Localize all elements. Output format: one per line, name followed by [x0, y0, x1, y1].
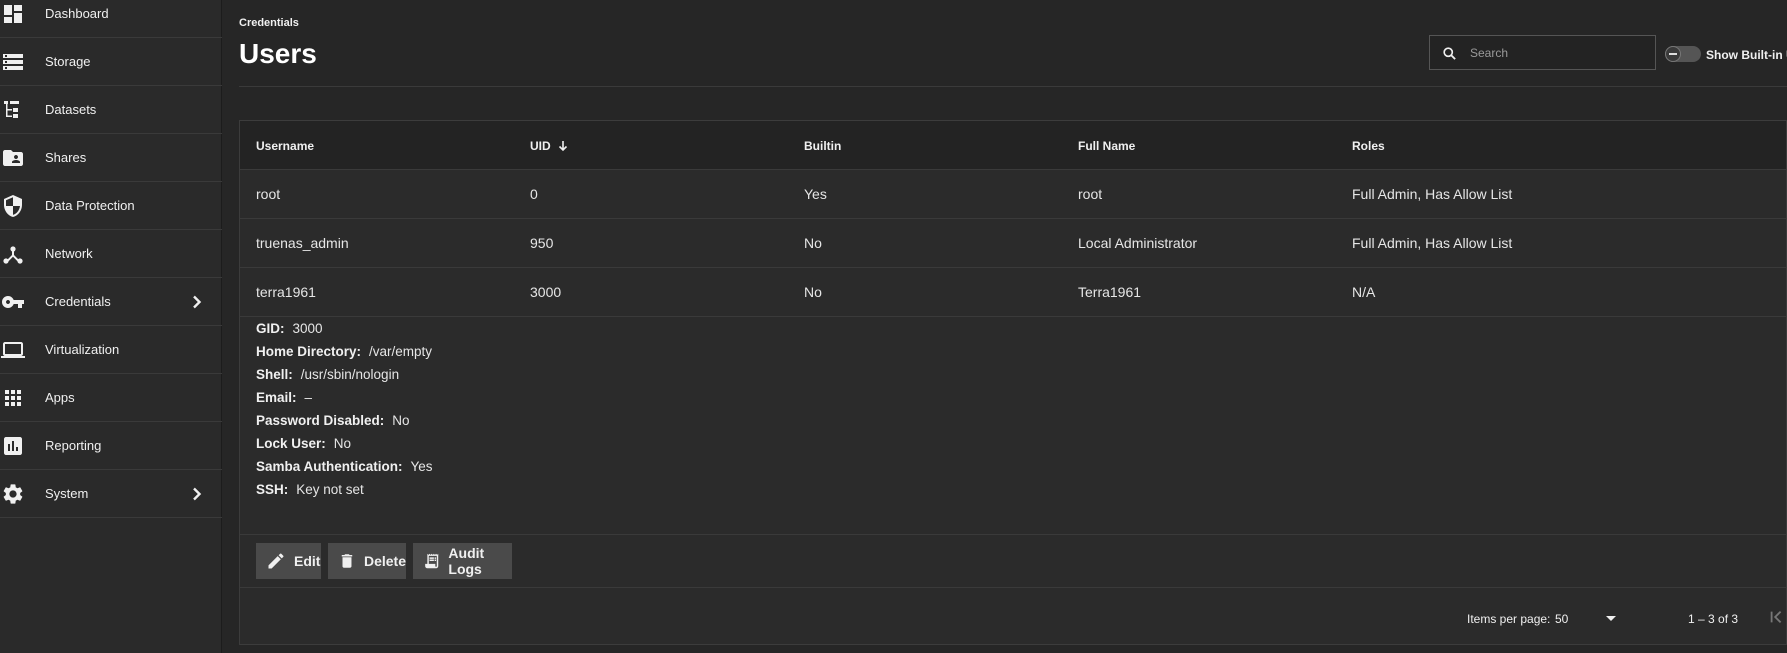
cell-roles: N/A [1352, 284, 1376, 300]
cell-uid: 950 [530, 235, 554, 251]
search-icon [1443, 47, 1456, 60]
table-header: Username UID Builtin Full Name Roles [240, 121, 1786, 170]
column-header-roles[interactable]: Roles [1352, 139, 1385, 153]
sidebar-item-apps[interactable]: Apps [0, 374, 222, 422]
sidebar-item-datasets[interactable]: Datasets [0, 86, 222, 134]
page-range-label: 1 – 3 of 3 [1688, 612, 1739, 626]
sidebar-item-label: Storage [45, 54, 91, 69]
sidebar-item-label: Network [45, 246, 93, 261]
row-actions: Edit Delete Audit Logs [240, 534, 1786, 588]
receipt-icon [425, 553, 439, 569]
sidebar-item-reporting[interactable]: Reporting [0, 422, 222, 470]
sidebar-item-virtualization[interactable]: Virtualization [0, 326, 222, 374]
search-box[interactable] [1429, 35, 1656, 70]
paginator: Items per page: 50 1 – 3 of 3 [240, 589, 1786, 645]
cell-uid: 3000 [530, 284, 562, 300]
sidebar-item-system[interactable]: System [0, 470, 222, 518]
sort-arrow-down-icon [558, 141, 567, 152]
user-details: GID: 3000 Home Directory:/var/empty Shell… [256, 317, 433, 501]
items-per-page-label: Items per page: [1467, 612, 1551, 626]
sidebar-item-label: Apps [45, 390, 75, 405]
cell-full-name: Local Administrator [1078, 235, 1198, 251]
laptop-icon [0, 337, 26, 363]
sidebar-item-dashboard[interactable]: Dashboard [0, 0, 222, 38]
table-row[interactable]: root 0 Yes root Full Admin, Has Allow Li… [240, 170, 1786, 219]
sidebar-item-credentials[interactable]: Credentials [0, 278, 222, 326]
dashboard-icon [0, 1, 26, 27]
gear-icon [0, 481, 26, 507]
detail-home-directory: Home Directory:/var/empty [256, 344, 433, 359]
main-content: Credentials Users Show Built-in Users Us… [222, 0, 1787, 653]
page-title: Users [239, 38, 317, 69]
column-header-username[interactable]: Username [256, 139, 314, 153]
table-row[interactable]: truenas_admin 950 No Local Administrator… [240, 219, 1786, 268]
breadcrumb[interactable]: Credentials [239, 17, 299, 29]
sidebar-item-storage[interactable]: Storage [0, 38, 222, 86]
trash-icon [341, 554, 353, 568]
storage-icon [0, 49, 26, 75]
sidebar-item-label: Credentials [45, 294, 111, 309]
users-table-card: Username UID Builtin Full Name Roles roo… [239, 120, 1787, 645]
dropdown-caret-icon [1606, 616, 1616, 621]
chevron-right-icon [190, 295, 204, 309]
detail-lock-user: Lock User: No [256, 436, 352, 451]
column-header-full-name[interactable]: Full Name [1078, 139, 1135, 153]
detail-password-disabled: Password Disabled: No [256, 413, 410, 428]
sidebar-item-label: System [45, 486, 89, 501]
detail-shell: Shell:/usr/sbin/nologin [256, 367, 400, 382]
edit-button[interactable]: Edit [256, 543, 321, 579]
column-header-builtin[interactable]: Builtin [804, 139, 841, 153]
cell-builtin: No [804, 235, 822, 251]
cell-uid: 0 [530, 186, 538, 202]
cell-username: truenas_admin [256, 235, 349, 251]
sidebar-item-label: Datasets [45, 102, 97, 117]
sidebar-item-label: Reporting [45, 438, 102, 453]
detail-gid: GID: 3000 [256, 321, 323, 336]
apps-grid-icon [0, 385, 26, 411]
cell-roles: Full Admin, Has Allow List [1352, 186, 1513, 202]
cell-roles: Full Admin, Has Allow List [1352, 235, 1513, 251]
sidebar-item-label: Data Protection [45, 198, 135, 213]
header-divider [239, 86, 1787, 87]
cell-builtin: No [804, 284, 822, 300]
show-builtin-users-label[interactable]: Show Built-in Users [1706, 48, 1787, 62]
shield-icon [0, 193, 26, 219]
detail-ssh: SSH: Key not set [256, 482, 364, 497]
sidebar-item-network[interactable]: Network [0, 230, 222, 278]
chart-icon [0, 433, 26, 459]
first-page-button[interactable] [1768, 608, 1787, 628]
chevron-right-icon [190, 487, 204, 501]
cell-full-name: Terra1961 [1078, 284, 1142, 300]
show-builtin-users-toggle[interactable] [1665, 46, 1701, 62]
shares-icon [0, 145, 26, 171]
sidebar-item-label: Shares [45, 150, 87, 165]
cell-builtin: Yes [804, 186, 827, 202]
cell-username: terra1961 [256, 284, 316, 300]
toggle-knob [1665, 46, 1681, 62]
detail-samba-authentication: Samba Authentication: Yes [256, 459, 433, 474]
items-per-page-select[interactable]: 50 [1552, 607, 1622, 629]
cell-full-name: root [1078, 186, 1103, 202]
datasets-icon [0, 97, 26, 123]
pencil-icon [268, 553, 284, 569]
network-icon [0, 241, 26, 267]
audit-logs-button[interactable]: Audit Logs [413, 543, 512, 579]
detail-email: Email: – [256, 390, 313, 405]
search-input[interactable] [1470, 44, 1650, 62]
column-header-uid[interactable]: UID [530, 139, 569, 153]
cell-username: root [256, 186, 281, 202]
table-row-expanded[interactable]: terra1961 3000 No Terra1961 N/A [240, 268, 1786, 317]
key-icon [0, 289, 26, 315]
sidebar: Dashboard Storage Datasets Shares Data P… [0, 0, 222, 653]
sidebar-item-data-protection[interactable]: Data Protection [0, 182, 222, 230]
sidebar-item-shares[interactable]: Shares [0, 134, 222, 182]
sidebar-item-label: Virtualization [45, 342, 120, 357]
first-page-icon [1770, 610, 1782, 624]
delete-button[interactable]: Delete [328, 543, 406, 579]
sidebar-item-label: Dashboard [45, 6, 109, 21]
items-per-page-value: 50 [1555, 612, 1569, 626]
